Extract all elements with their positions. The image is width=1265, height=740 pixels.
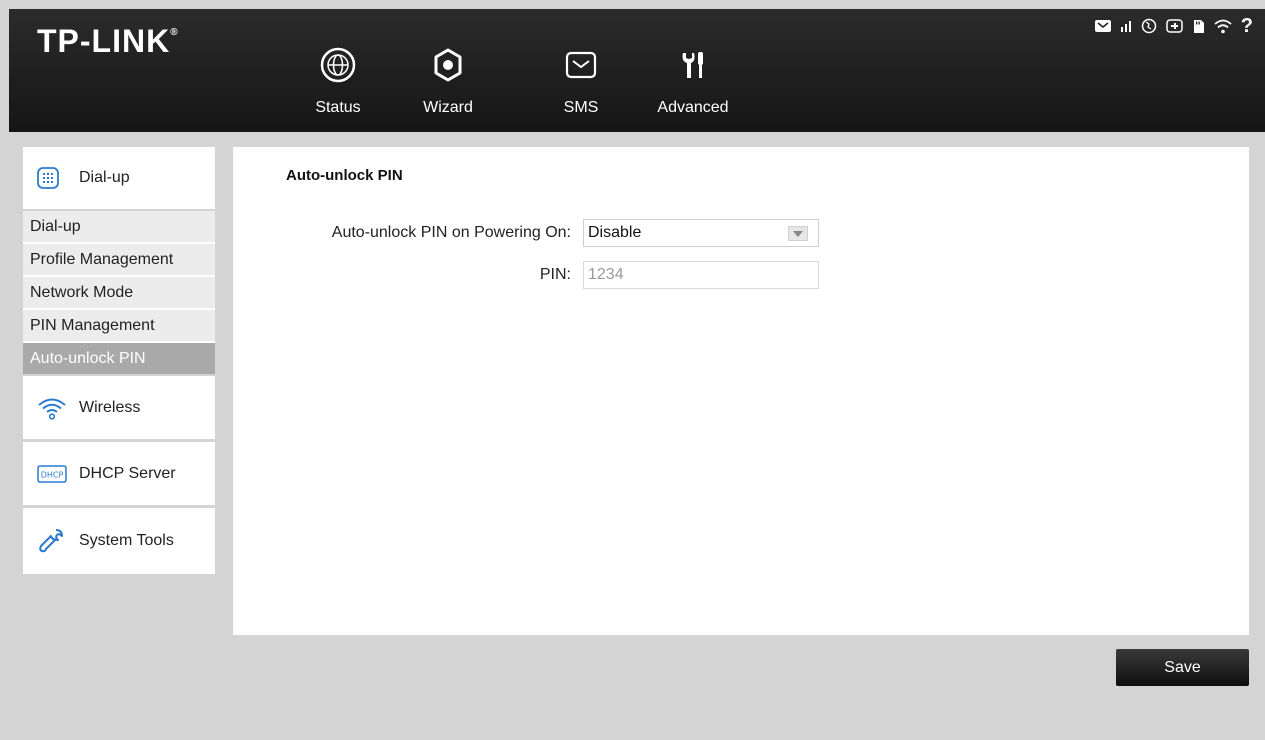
pin-label: PIN: (539, 266, 571, 283)
sidebar-item-dialup[interactable]: Dial-up (23, 211, 215, 244)
sd-card-icon (1193, 19, 1205, 34)
internet-icon (1141, 18, 1157, 34)
save-button[interactable]: Save (1116, 649, 1249, 686)
nav-status-label: Status (315, 99, 361, 116)
nav-advanced-label: Advanced (657, 99, 729, 116)
sidebar-item-network-mode[interactable]: Network Mode (23, 277, 215, 310)
sidebar-head-dialup[interactable]: Dial-up (23, 147, 215, 211)
wifi-icon (1214, 19, 1232, 34)
auto-unlock-select[interactable]: Disable (583, 219, 819, 247)
pin-field[interactable] (583, 261, 819, 289)
message-icon[interactable] (1094, 20, 1111, 32)
sidebar-head-system-tools-label: System Tools (79, 532, 174, 549)
main-content: Auto-unlock PIN Auto-unlock PIN on Power… (233, 147, 1249, 635)
keypad-icon (37, 167, 69, 189)
auto-unlock-select-value: Disable (588, 224, 642, 241)
nav-status[interactable]: Status (293, 47, 383, 117)
globe-icon (293, 47, 383, 83)
dhcp-icon: DHCP (37, 464, 69, 484)
wizard-gear-icon (403, 47, 493, 83)
auto-unlock-label: Auto-unlock PIN on Powering On: (331, 224, 571, 241)
signal-icon (1120, 20, 1132, 32)
sidebar: Dial-up Dial-up Profile Management Netwo… (23, 147, 215, 574)
wrench-icon (37, 527, 69, 555)
sidebar-item-pin-management[interactable]: PIN Management (23, 310, 215, 343)
sidebar-item-auto-unlock-pin[interactable]: Auto-unlock PIN (23, 343, 215, 376)
sidebar-head-dialup-label: Dial-up (79, 169, 130, 186)
dhcp-icon-text: DHCP (41, 470, 64, 479)
sidebar-item-label: Network Mode (30, 283, 134, 301)
nav-wizard[interactable]: Wizard (403, 47, 493, 117)
sidebar-head-system-tools[interactable]: System Tools (23, 508, 215, 574)
chevron-down-icon[interactable] (788, 226, 808, 241)
status-icon-bar: ? (1094, 16, 1253, 36)
nav-wizard-label: Wizard (423, 99, 473, 116)
tools-icon (648, 47, 738, 83)
envelope-icon (536, 47, 626, 83)
nav-advanced[interactable]: Advanced (648, 47, 738, 117)
sidebar-item-label: PIN Management (30, 316, 155, 334)
nav-sms-label: SMS (563, 99, 599, 116)
nav-sms[interactable]: SMS (536, 47, 626, 117)
top-header: TP-LINK® Status Wizard SMS Advanced ? (9, 9, 1265, 132)
sidebar-item-label: Dial-up (30, 217, 81, 235)
sidebar-item-profile-management[interactable]: Profile Management (23, 244, 215, 277)
sidebar-head-wireless-label: Wireless (79, 398, 141, 416)
sidebar-item-label: Profile Management (30, 250, 174, 268)
sidebar-head-wireless[interactable]: Wireless (23, 376, 215, 442)
sidebar-item-label: Auto-unlock PIN (30, 349, 146, 367)
page-title: Auto-unlock PIN (286, 167, 403, 184)
help-icon[interactable]: ? (1241, 16, 1253, 36)
sidebar-head-dhcp-server[interactable]: DHCP DHCP Server (23, 442, 215, 508)
wifi-icon (37, 396, 69, 420)
tp-link-logo: TP-LINK® (37, 23, 179, 59)
sidebar-head-dhcp-label: DHCP Server (79, 464, 176, 482)
battery-icon (1166, 19, 1184, 33)
